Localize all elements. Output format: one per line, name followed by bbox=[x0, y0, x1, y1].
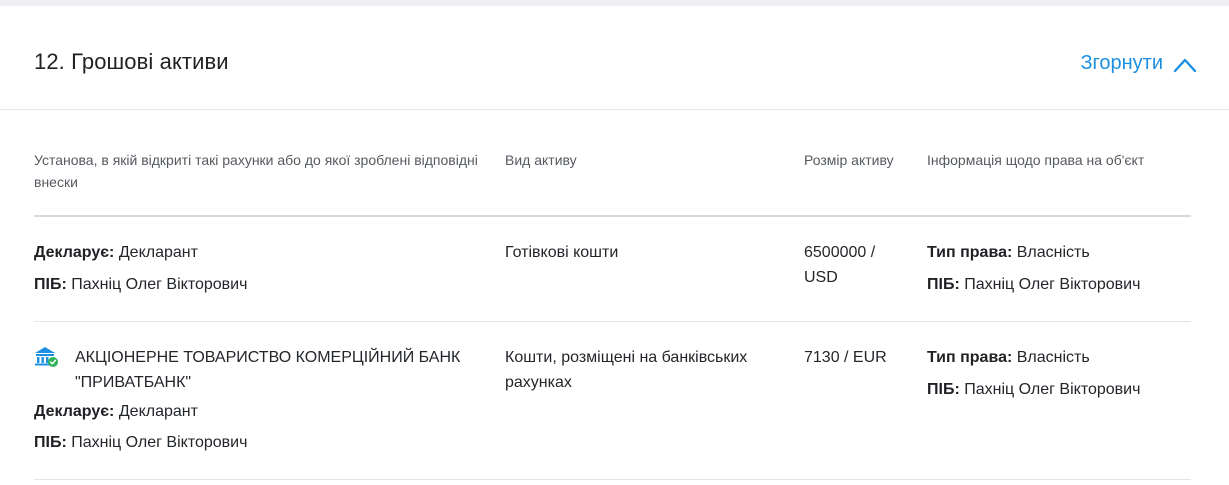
section-title: 12. Грошові активи bbox=[34, 49, 229, 74]
declares-label: Декларує: bbox=[34, 244, 115, 261]
header-asset-type: Вид активу bbox=[505, 152, 577, 168]
declares-line: Декларує: Декларант bbox=[34, 240, 494, 265]
institution-cell: АКЦІОНЕРНЕ ТОВАРИСТВО КОМЕРЦІЙНИЙ БАНК "… bbox=[34, 345, 494, 455]
right-info-cell: Тип права: Власність ПІБ: Пахніц Олег Ві… bbox=[927, 345, 1191, 402]
header-institution: Установа, в якій відкриті такі рахунки а… bbox=[34, 152, 478, 190]
right-pib-label: ПІБ: bbox=[927, 381, 960, 398]
chevron-up-icon bbox=[1173, 56, 1197, 72]
pib-line: ПІБ: Пахніц Олег Вікторович bbox=[34, 272, 494, 297]
pib-value: Пахніц Олег Вікторович bbox=[71, 434, 248, 451]
table-header: Установа, в якій відкриті такі рахунки а… bbox=[34, 109, 1191, 217]
asset-size-cell: 7130 / EUR bbox=[804, 349, 887, 366]
bank-icon bbox=[34, 346, 58, 368]
declares-line: Декларує: Декларант bbox=[34, 399, 494, 424]
table-row: Декларує: Декларант ПІБ: Пахніц Олег Вік… bbox=[34, 217, 1191, 322]
right-type-label: Тип права: bbox=[927, 244, 1013, 261]
declares-value: Декларант bbox=[118, 403, 198, 420]
bank-line: АКЦІОНЕРНЕ ТОВАРИСТВО КОМЕРЦІЙНИЙ БАНК "… bbox=[34, 345, 494, 395]
right-type-line: Тип права: Власність bbox=[927, 240, 1191, 265]
section-header: 12. Грошові активи Згорнути bbox=[0, 6, 1229, 110]
right-pib-value: Пахніц Олег Вікторович bbox=[964, 276, 1141, 293]
check-badge-icon bbox=[48, 357, 58, 367]
asset-type-cell: Готівкові кошти bbox=[505, 244, 619, 261]
right-pib-line: ПІБ: Пахніц Олег Вікторович bbox=[927, 272, 1191, 297]
pib-label: ПІБ: bbox=[34, 434, 67, 451]
right-type-value: Власність bbox=[1016, 349, 1090, 366]
collapse-button[interactable]: Згорнути bbox=[1080, 52, 1197, 75]
institution-cell: Декларує: Декларант ПІБ: Пахніц Олег Вік… bbox=[34, 240, 494, 297]
right-type-label: Тип права: bbox=[927, 349, 1013, 366]
asset-type-cell: Кошти, розміщені на банківських рахунках bbox=[505, 349, 748, 391]
collapse-label: Згорнути bbox=[1080, 52, 1163, 74]
pib-label: ПІБ: bbox=[34, 276, 67, 293]
header-asset-size: Розмір активу bbox=[804, 152, 894, 168]
pib-line: ПІБ: Пахніц Олег Вікторович bbox=[34, 430, 494, 455]
right-type-value: Власність bbox=[1016, 244, 1090, 261]
right-info-cell: Тип права: Власність ПІБ: Пахніц Олег Ві… bbox=[927, 240, 1191, 297]
assets-table: Установа, в якій відкриті такі рахунки а… bbox=[34, 109, 1191, 480]
header-right-info: Інформація щодо права на об'єкт bbox=[927, 152, 1145, 168]
right-pib-line: ПІБ: Пахніц Олег Вікторович bbox=[927, 377, 1191, 402]
bank-name: АКЦІОНЕРНЕ ТОВАРИСТВО КОМЕРЦІЙНИЙ БАНК "… bbox=[75, 349, 461, 391]
right-pib-value: Пахніц Олег Вікторович bbox=[964, 381, 1141, 398]
right-pib-label: ПІБ: bbox=[927, 276, 960, 293]
assets-section-card: 12. Грошові активи Згорнути Установа, в … bbox=[0, 6, 1229, 485]
declares-label: Декларує: bbox=[34, 403, 115, 420]
pib-value: Пахніц Олег Вікторович bbox=[71, 276, 248, 293]
asset-size-cell: 6500000 / USD bbox=[804, 244, 876, 286]
declares-value: Декларант bbox=[118, 244, 198, 261]
right-type-line: Тип права: Власність bbox=[927, 345, 1191, 370]
table-row: АКЦІОНЕРНЕ ТОВАРИСТВО КОМЕРЦІЙНИЙ БАНК "… bbox=[34, 322, 1191, 480]
